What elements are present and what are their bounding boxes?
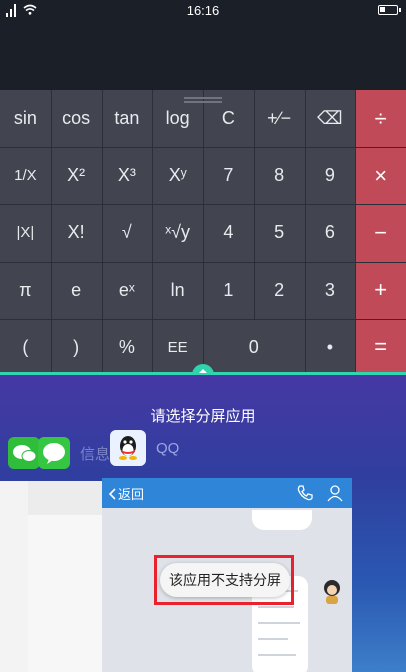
key-digit-1[interactable]: 1 [203,261,254,319]
key-factorial[interactable]: X! [50,204,102,262]
keypad-divider [253,90,255,319]
keypad-divider [50,90,52,376]
split-prompt: 请选择分屏应用 [150,408,256,425]
toast-message: 该应用不支持分屏 [160,563,290,597]
card-header: 返回 [102,478,352,508]
key-digit-3[interactable]: 3 [304,261,356,319]
key-cube[interactable]: X³ [101,147,153,205]
key-decimal-point[interactable]: • [304,318,356,376]
keypad-divider [355,90,357,376]
key-equals[interactable]: = [355,318,406,376]
key-digit-6[interactable]: 6 [304,204,356,262]
key-digit-0[interactable]: 0 [203,318,305,376]
key-square[interactable]: X² [50,147,102,205]
drag-handle-icon[interactable] [184,90,222,108]
recent-app-card[interactable] [0,481,30,672]
key-digit-2[interactable]: 2 [253,261,305,319]
key-cos[interactable]: cos [50,90,102,148]
key-absolute[interactable]: |X| [0,204,51,262]
key-digit-5[interactable]: 5 [253,204,305,262]
keypad-divider [203,90,204,376]
key-tan[interactable]: tan [101,90,153,148]
key-euler[interactable]: e [50,261,102,319]
calculator-keypad: sin cos tan log C +∕− ⌫ ÷ 1/X X² X³ Xʸ 7 8 9 × |X| X! √ ˣ√y… [0,90,406,376]
key-digit-8[interactable]: 8 [253,147,305,205]
top-blank-area [0,22,406,90]
key-digit-7[interactable]: 7 [203,147,254,205]
key-multiply[interactable]: × [355,147,406,205]
key-plus-minus[interactable]: +∕− [253,90,305,148]
recent-app-card[interactable] [28,481,106,672]
key-reciprocal[interactable]: 1/X [0,147,51,205]
app-label-qq[interactable]: QQ [156,440,179,457]
keypad-divider [152,90,154,376]
status-bar: 16:16 [0,0,406,22]
key-subtract[interactable]: − [355,204,406,262]
back-button: 返回 [108,484,144,503]
key-digit-4[interactable]: 4 [203,204,254,262]
person-icon [327,485,343,502]
split-screen-app-picker: 请选择分屏应用 信息 QQ 返回 [0,375,406,672]
key-backspace[interactable]: ⌫ [304,90,356,148]
key-open-paren[interactable]: ( [0,318,51,376]
chevron-left-icon [108,487,116,500]
phone-icon [297,485,313,501]
key-add[interactable]: + [355,261,406,319]
card-content-preview [252,510,312,530]
qq-icon[interactable] [110,430,146,466]
key-ln[interactable]: ln [152,261,203,319]
key-digit-9[interactable]: 9 [304,147,356,205]
key-percent[interactable]: % [101,318,153,376]
keypad-divider [101,90,103,376]
key-exp[interactable]: eˣ [101,261,153,319]
battery-icon [378,5,401,15]
key-power[interactable]: Xʸ [152,147,203,205]
key-pi[interactable]: π [0,261,51,319]
key-nth-root[interactable]: ˣ√y [152,204,203,262]
wechat-icon[interactable] [8,435,70,471]
key-close-paren[interactable]: ) [50,318,102,376]
back-label: 返回 [118,487,145,502]
key-square-root[interactable]: √ [101,204,153,262]
keypad-divider [304,90,306,376]
app-label-messages[interactable]: 信息 [80,443,110,464]
key-sin[interactable]: sin [0,90,51,148]
avatar [324,580,340,604]
status-time: 16:16 [186,3,220,18]
key-divide[interactable]: ÷ [355,90,406,148]
